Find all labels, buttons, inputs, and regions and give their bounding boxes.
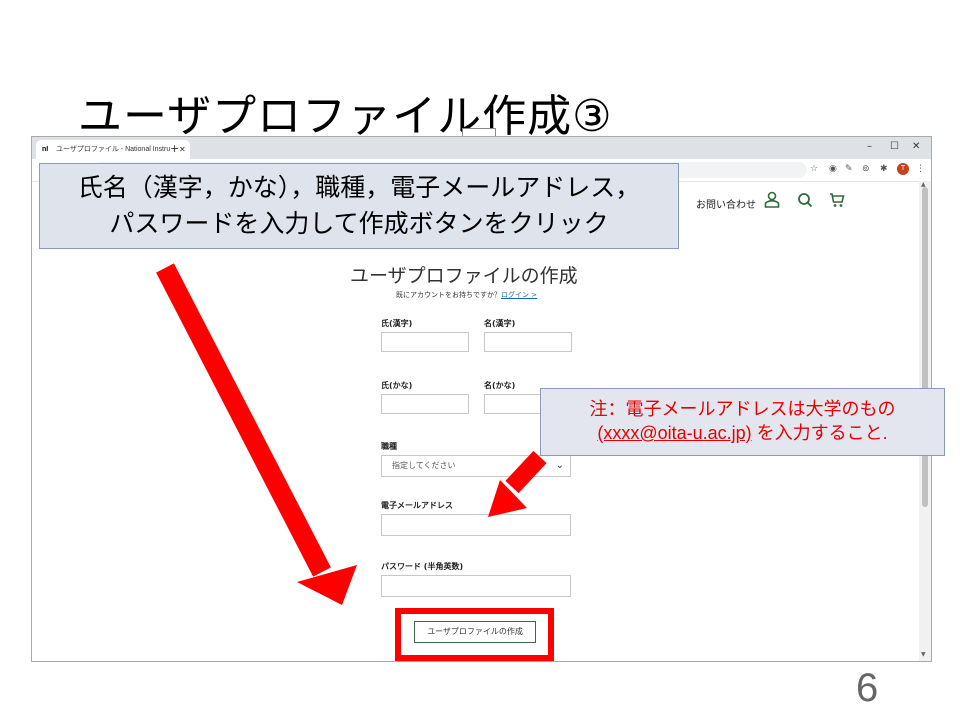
- create-button-highlight: [395, 608, 554, 661]
- slide-number: 6: [856, 666, 879, 710]
- long-arrow-to-button-icon: [156, 263, 357, 605]
- short-arrow-to-email-icon: [488, 450, 547, 517]
